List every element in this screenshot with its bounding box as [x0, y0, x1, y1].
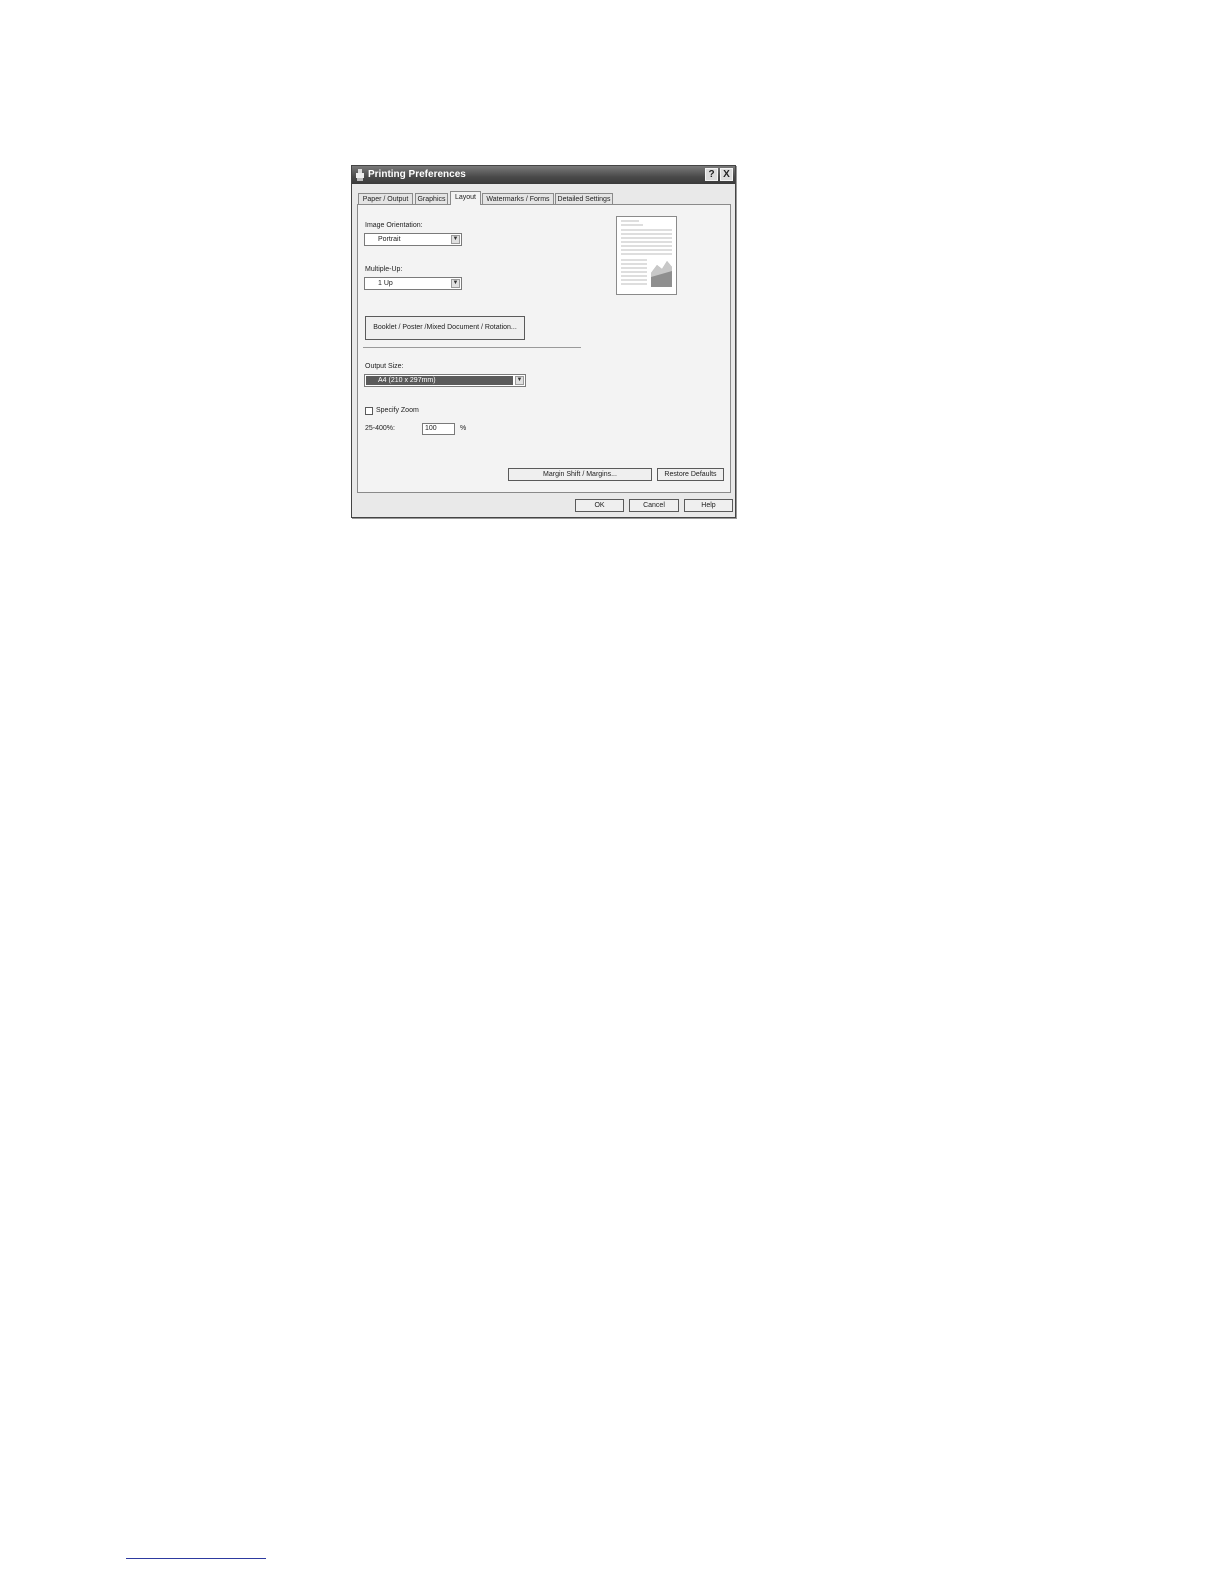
restore-defaults-button[interactable]: Restore Defaults: [657, 468, 724, 481]
specify-zoom-label: Specify Zoom: [376, 407, 419, 414]
multiple-up-label: Multiple-Up:: [365, 266, 403, 273]
cancel-button[interactable]: Cancel: [629, 499, 679, 512]
page-preview-icon: [616, 216, 677, 295]
printing-preferences-dialog: Printing Preferences ? X Paper / Output …: [351, 165, 736, 518]
chevron-down-icon: ▼: [515, 376, 524, 385]
tab-watermarks-forms[interactable]: Watermarks / Forms: [482, 193, 554, 204]
printer-icon: [356, 169, 364, 181]
close-button[interactable]: X: [720, 168, 733, 181]
zoom-input[interactable]: 100: [422, 423, 455, 435]
image-orientation-value: Portrait: [378, 236, 401, 243]
footnote-rule: [126, 1558, 266, 1559]
multiple-up-value: 1 Up: [378, 280, 393, 287]
output-size-value: A4 (210 x 297mm): [366, 376, 513, 385]
layout-panel: Image Orientation: Portrait ▼ Multiple-U…: [357, 204, 731, 493]
tab-layout[interactable]: Layout: [450, 191, 481, 205]
image-orientation-label: Image Orientation:: [365, 222, 423, 229]
specify-zoom-checkbox[interactable]: [365, 407, 373, 415]
booklet-poster-button[interactable]: Booklet / Poster /Mixed Document / Rotat…: [365, 316, 525, 340]
title-bar: Printing Preferences ? X: [352, 166, 735, 184]
tab-graphics[interactable]: Graphics: [415, 193, 448, 204]
output-size-label: Output Size:: [365, 363, 404, 370]
tab-detailed-settings[interactable]: Detailed Settings: [555, 193, 613, 204]
zoom-range-label: 25-400%:: [365, 425, 395, 432]
image-orientation-select[interactable]: Portrait ▼: [364, 233, 462, 246]
tab-paper-output[interactable]: Paper / Output: [358, 193, 413, 204]
section-divider: [363, 347, 581, 348]
margin-shift-button[interactable]: Margin Shift / Margins...: [508, 468, 652, 481]
output-size-select[interactable]: A4 (210 x 297mm) ▼: [364, 374, 526, 387]
chevron-down-icon: ▼: [451, 235, 460, 244]
dialog-title: Printing Preferences: [368, 169, 466, 180]
multiple-up-select[interactable]: 1 Up ▼: [364, 277, 462, 290]
chevron-down-icon: ▼: [451, 279, 460, 288]
zoom-unit: %: [460, 425, 467, 432]
help-button[interactable]: Help: [684, 499, 733, 512]
help-title-button[interactable]: ?: [705, 168, 718, 181]
ok-button[interactable]: OK: [575, 499, 624, 512]
